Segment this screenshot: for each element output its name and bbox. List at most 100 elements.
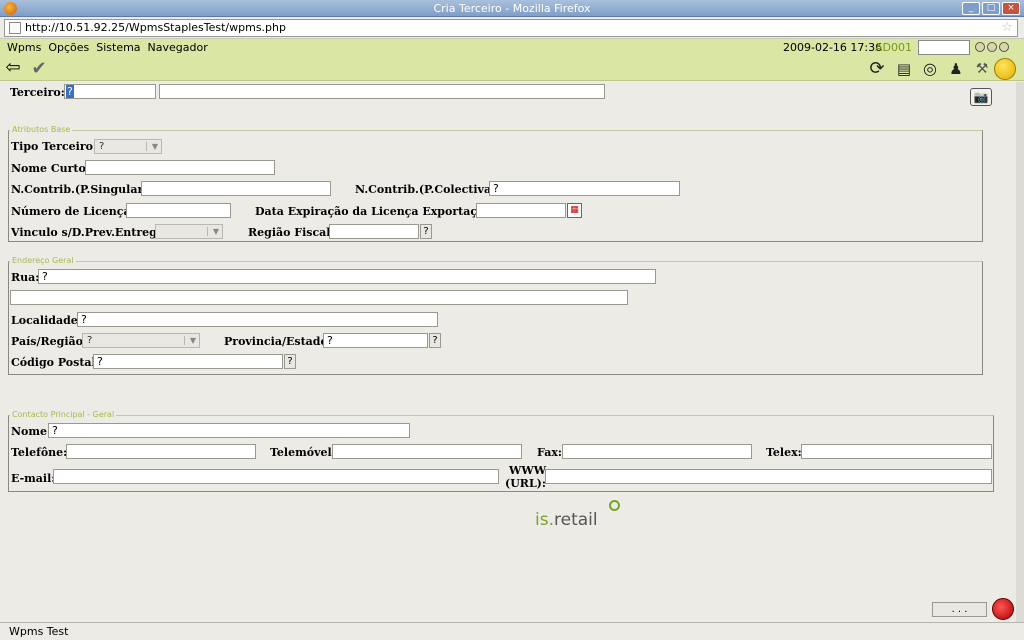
localidade-label: Localidade: xyxy=(11,314,82,327)
provincia-input[interactable]: ? xyxy=(323,333,428,348)
main-form: Terceiro: ? 📷 Atributos Base Tipo Tercei… xyxy=(0,82,1016,622)
www-label: WWW xyxy=(509,464,547,477)
pais-regiao-select[interactable]: ? ▼ xyxy=(82,333,200,348)
user-code: AD001 xyxy=(875,41,912,54)
window-title: Cria Terceiro - Mozilla Firefox xyxy=(433,2,591,15)
nome-curto-input[interactable] xyxy=(85,160,275,175)
atributos-base-legend: Atributos Base xyxy=(10,125,73,134)
contacto-principal-legend: Contacto Principal - Geral xyxy=(10,410,117,419)
stamp-icon[interactable]: ♟ xyxy=(946,59,966,79)
window-titlebar: Cria Terceiro - Mozilla Firefox _ □ × xyxy=(0,0,1024,17)
rua-input[interactable]: ? xyxy=(38,269,656,284)
tipo-terceiro-label: Tipo Terceiro: xyxy=(11,140,98,153)
minimize-button[interactable]: _ xyxy=(962,2,980,15)
terceiro-name-input[interactable] xyxy=(159,84,605,99)
firefox-icon xyxy=(4,2,17,15)
camera-icon[interactable]: 📷 xyxy=(970,88,992,106)
url-label: (URL): xyxy=(505,477,546,490)
nome-input[interactable]: ? xyxy=(48,423,410,438)
codigo-postal-input[interactable]: ? xyxy=(93,354,283,369)
codigo-postal-label: Código Postal: xyxy=(11,356,100,369)
fax-input[interactable] xyxy=(562,444,752,459)
email-input[interactable] xyxy=(53,469,499,484)
nome-label: Nome: xyxy=(11,425,52,438)
terceiro-label: Terceiro: xyxy=(10,86,65,99)
data-expiracao-label: Data Expiração da Licença Exportação: xyxy=(255,205,496,218)
email-label: E-mail: xyxy=(11,472,56,485)
status-bar: Wpms Test xyxy=(0,622,1024,640)
rua-line2-input[interactable] xyxy=(10,290,628,305)
vertical-scrollbar[interactable] xyxy=(1016,82,1024,622)
more-options-button[interactable]: . . . xyxy=(932,602,987,617)
telex-input[interactable] xyxy=(801,444,992,459)
logo-post: retail xyxy=(554,510,598,530)
checkmark-icon[interactable]: ✔ xyxy=(29,59,49,79)
print-icon[interactable]: ▤ xyxy=(894,59,914,79)
tipo-terceiro-value: ? xyxy=(99,141,105,152)
circle-button-1-icon[interactable] xyxy=(975,42,985,52)
circle-button-3-icon[interactable] xyxy=(999,42,1009,52)
ncontrib-colectiva-input[interactable]: ? xyxy=(489,181,680,196)
vinculo-select[interactable]: ▼ xyxy=(155,224,223,239)
page-favicon-icon xyxy=(9,22,21,34)
menu-navegador[interactable]: Navegador xyxy=(148,39,208,57)
telemovel-label: Telemóvel: xyxy=(270,446,336,459)
regiao-fiscal-input[interactable] xyxy=(329,224,419,239)
telefone-input[interactable] xyxy=(66,444,256,459)
bookmark-star-icon[interactable]: ☆ xyxy=(1001,20,1013,36)
lifebuoy-icon[interactable]: ◎ xyxy=(920,59,940,79)
url-input[interactable]: http://10.51.92.25/WpmsStaplesTest/wpms.… xyxy=(4,19,1018,37)
url-text: http://10.51.92.25/WpmsStaplesTest/wpms.… xyxy=(25,21,286,34)
isretail-logo: is.retail xyxy=(535,500,620,530)
circle-button-2-icon[interactable] xyxy=(987,42,997,52)
telex-label: Telex: xyxy=(766,446,802,459)
bug-report-icon[interactable] xyxy=(992,598,1014,620)
numero-licenca-input[interactable] xyxy=(126,203,231,218)
pais-regiao-label: País/Região: xyxy=(11,335,88,348)
chevron-down-icon: ▼ xyxy=(151,142,158,151)
logo-pre: is xyxy=(535,510,549,530)
back-arrow-icon[interactable]: ⇦ xyxy=(3,59,23,79)
maximize-button[interactable]: □ xyxy=(982,2,1000,15)
localidade-input[interactable]: ? xyxy=(77,312,438,327)
data-expiracao-input[interactable] xyxy=(476,203,566,218)
provincia-lookup-button[interactable]: ? xyxy=(429,333,441,348)
telemovel-input[interactable] xyxy=(332,444,522,459)
regiao-fiscal-label: Região Fiscal: xyxy=(248,226,335,239)
menu-opcoes[interactable]: Opções xyxy=(48,39,89,57)
action-toolbar: ⇦ ✔ ⟳ ▤ ◎ ♟ ⚒ xyxy=(0,57,1024,81)
fax-label: Fax: xyxy=(537,446,562,459)
provincia-label: Provincia/Estado: xyxy=(224,335,332,348)
telefone-label: Telefône: xyxy=(11,446,68,459)
tool-icon[interactable]: ⚒ xyxy=(972,59,992,79)
url-bar: http://10.51.92.25/WpmsStaplesTest/wpms.… xyxy=(0,17,1024,39)
ncontrib-singular-input[interactable] xyxy=(141,181,331,196)
close-window-button[interactable]: × xyxy=(1002,2,1020,15)
terceiro-code-value: ? xyxy=(66,85,74,98)
www-input[interactable] xyxy=(545,469,992,484)
refresh-icon[interactable]: ⟳ xyxy=(867,59,887,79)
chevron-down-icon: ▼ xyxy=(212,227,219,236)
datetime-label: 2009-02-16 17:36 xyxy=(783,41,883,54)
status-light-icon[interactable] xyxy=(994,58,1016,80)
pais-regiao-value: ? xyxy=(87,335,93,346)
vinculo-label: Vinculo s/D.Prev.Entrega: xyxy=(11,226,169,239)
numero-licenca-label: Número de Licença: xyxy=(11,205,135,218)
ncontrib-singular-label: N.Contrib.(P.Singular): xyxy=(11,183,153,196)
menu-wpms[interactable]: Wpms xyxy=(7,39,41,57)
calendar-icon[interactable]: ▦ xyxy=(567,203,582,218)
app-menubar: Wpms Opções Sistema Navegador 2009-02-16… xyxy=(0,39,1024,57)
status-text: Wpms Test xyxy=(9,625,69,638)
rua-label: Rua: xyxy=(11,271,40,284)
quick-input[interactable] xyxy=(918,40,970,55)
endereco-geral-legend: Endereço Geral xyxy=(10,256,76,265)
chevron-down-icon: ▼ xyxy=(189,336,196,345)
regiao-fiscal-lookup-button[interactable]: ? xyxy=(420,224,432,239)
logo-swirl-icon xyxy=(609,500,620,511)
tipo-terceiro-select[interactable]: ? ▼ xyxy=(94,139,162,154)
menu-sistema[interactable]: Sistema xyxy=(96,39,140,57)
nome-curto-label: Nome Curto: xyxy=(11,162,90,175)
codigo-postal-lookup-button[interactable]: ? xyxy=(284,354,296,369)
ncontrib-colectiva-label: N.Contrib.(P.Colectiva): xyxy=(355,183,501,196)
terceiro-code-input[interactable]: ? xyxy=(64,84,156,99)
